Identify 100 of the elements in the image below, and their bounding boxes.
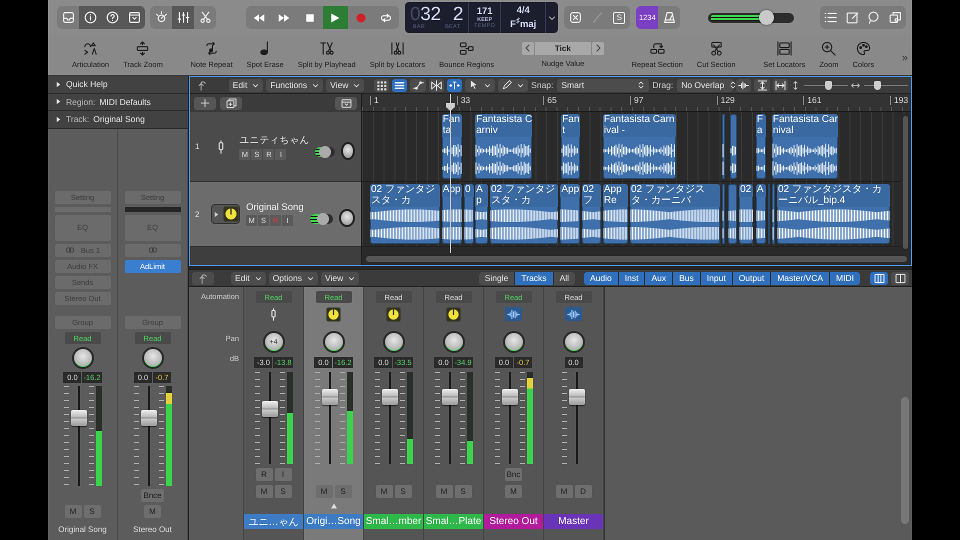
- wide-layout-button[interactable]: [870, 272, 888, 284]
- filter-button[interactable]: Output: [732, 272, 770, 284]
- audio-region[interactable]: [722, 114, 726, 179]
- grid-button[interactable]: [374, 78, 390, 92]
- fader-handle[interactable]: [140, 410, 156, 426]
- menu-button[interactable]: Functions: [266, 78, 324, 92]
- audio-region[interactable]: 02 ファンタジスタ・カ: [370, 184, 440, 244]
- pointer-tool-button[interactable]: [465, 78, 496, 92]
- pan-knob[interactable]: [442, 331, 464, 353]
- slider-knob[interactable]: [758, 10, 774, 24]
- catch-button[interactable]: [446, 78, 462, 92]
- audio-region[interactable]: [722, 184, 726, 244]
- scrollbar[interactable]: [901, 114, 910, 251]
- audio-region[interactable]: Fantasista Carniv: [475, 114, 532, 179]
- audio-region[interactable]: 02 フ: [582, 184, 602, 244]
- scrollbar[interactable]: [901, 397, 909, 524]
- more-button[interactable]: »: [902, 52, 908, 64]
- channel-button[interactable]: I: [274, 468, 292, 481]
- audio-region[interactable]: Fantasista Carnival: [772, 114, 838, 179]
- channel-button[interactable]: R: [256, 468, 272, 481]
- nudge-value[interactable]: Tick: [534, 42, 591, 54]
- snap-dropdown[interactable]: Smart: [557, 78, 650, 92]
- slider-thumb[interactable]: [874, 80, 882, 90]
- filter-button[interactable]: Input: [700, 272, 732, 284]
- volume-slider[interactable]: [315, 146, 336, 156]
- decrement-button[interactable]: [522, 42, 534, 54]
- slider-thumb[interactable]: [825, 80, 832, 90]
- list-button[interactable]: [392, 78, 408, 92]
- inspector-button[interactable]: [79, 6, 101, 29]
- fader-handle[interactable]: [569, 388, 585, 405]
- fader-handle[interactable]: [382, 388, 398, 405]
- toolbar-button[interactable]: [123, 6, 145, 29]
- pan-knob[interactable]: [382, 331, 404, 353]
- channel-button[interactable]: M: [64, 505, 82, 518]
- view-mode-tab[interactable]: Tracks: [515, 272, 553, 284]
- audio-region[interactable]: 02 ファンタジスタ・カーニバル_bip.4: [777, 184, 890, 244]
- increment-button[interactable]: [592, 42, 604, 54]
- audio-region[interactable]: 0: [464, 184, 474, 244]
- channel-button[interactable]: M: [144, 505, 161, 518]
- filter-button[interactable]: Bus: [673, 272, 700, 284]
- pan-knob[interactable]: [322, 331, 344, 353]
- audio-region[interactable]: Fant: [561, 114, 580, 179]
- inspector-section[interactable]: Quick Help: [48, 76, 188, 94]
- zoom-slider[interactable]: [864, 80, 908, 90]
- slider-knob[interactable]: [319, 146, 332, 158]
- menu-button[interactable]: Edit: [228, 78, 264, 92]
- audio-region[interactable]: Fantasista Carnival -: [602, 114, 676, 179]
- filter-button[interactable]: Master/VCA: [771, 272, 830, 284]
- channel-button[interactable]: S: [394, 485, 412, 498]
- input-slot[interactable]: [124, 244, 180, 256]
- add-track-button[interactable]: [194, 96, 216, 110]
- mixer-button[interactable]: [172, 6, 194, 29]
- menu-button[interactable]: Options: [268, 272, 318, 284]
- audio-region[interactable]: 02 ファンタジスタ・カーニバ: [630, 184, 720, 244]
- pan-knob[interactable]: [562, 331, 584, 353]
- narrow-layout-button[interactable]: [891, 272, 909, 284]
- bounce-button[interactable]: Bnce: [141, 489, 164, 502]
- channel-button[interactable]: S: [274, 485, 292, 498]
- audio-region[interactable]: 02: [739, 184, 754, 244]
- channel-button[interactable]: M: [505, 485, 522, 498]
- audio-region[interactable]: App: [560, 184, 580, 244]
- channel-button[interactable]: D: [574, 485, 592, 498]
- audio-region[interactable]: App Re: [602, 184, 628, 244]
- volume-slider[interactable]: [310, 214, 334, 224]
- pan-knob[interactable]: [72, 347, 94, 369]
- channel-button[interactable]: M: [556, 485, 572, 498]
- filter-button[interactable]: Aux: [645, 272, 672, 284]
- master-volume-slider[interactable]: [708, 12, 794, 22]
- fader-handle[interactable]: [322, 388, 338, 405]
- play-button[interactable]: [322, 6, 348, 29]
- fit-h-button[interactable]: [772, 78, 788, 92]
- filter-button[interactable]: MIDI: [830, 272, 860, 284]
- filter-button[interactable]: Audio: [584, 272, 618, 284]
- back-button[interactable]: [192, 272, 214, 284]
- view-mode-tab[interactable]: Single: [478, 272, 514, 284]
- channel-button[interactable]: S: [454, 485, 472, 498]
- flex-button[interactable]: [428, 78, 444, 92]
- fader-handle[interactable]: [442, 388, 458, 405]
- wave-zoom-button[interactable]: [736, 78, 752, 92]
- pan-knob[interactable]: [142, 347, 164, 369]
- menu-button[interactable]: View: [320, 272, 360, 284]
- audio-region[interactable]: [772, 184, 776, 244]
- filter-button[interactable]: Inst: [618, 272, 644, 284]
- channel-button[interactable]: S: [84, 505, 100, 518]
- duplicate-track-button[interactable]: [220, 96, 242, 110]
- inspector-section[interactable]: Track: Original Song: [48, 111, 188, 128]
- audio-region[interactable]: A: [756, 184, 766, 244]
- audio-region[interactable]: [730, 114, 737, 179]
- audio-region[interactable]: Fa: [756, 114, 766, 179]
- audio-region[interactable]: Ap: [475, 184, 488, 244]
- channel-button[interactable]: M: [256, 485, 272, 498]
- pan-knob[interactable]: [339, 209, 355, 227]
- audio-region[interactable]: 02 ファンタジスタ・カ: [490, 184, 558, 244]
- fader-handle[interactable]: [502, 388, 518, 405]
- fader-handle[interactable]: [262, 400, 278, 417]
- view-mode-tab[interactable]: All: [554, 272, 576, 284]
- fader-handle[interactable]: [70, 410, 86, 426]
- channel-button[interactable]: M: [376, 485, 392, 498]
- drag-dropdown[interactable]: No Overlap: [677, 78, 734, 92]
- menu-button[interactable]: Edit: [231, 272, 266, 284]
